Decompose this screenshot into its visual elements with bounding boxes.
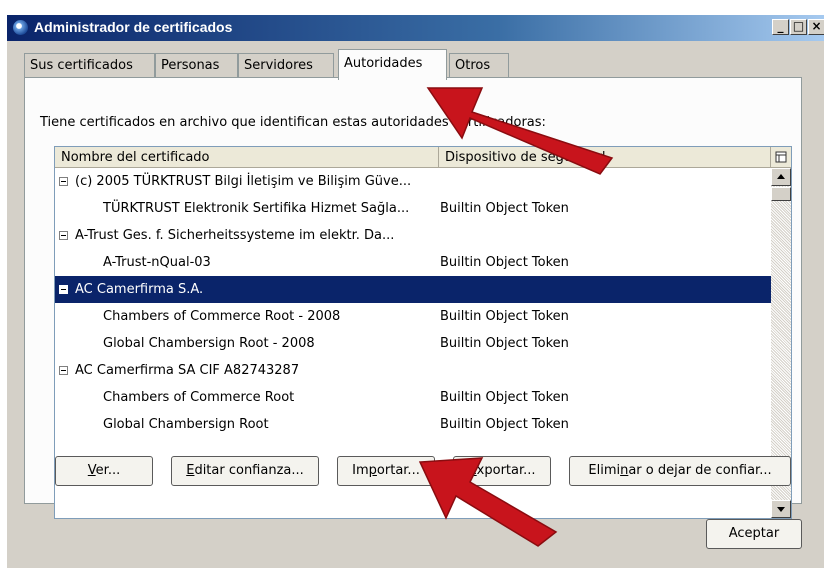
button-label: ditar confianza... [194, 463, 304, 478]
security-device: Builtin Object Token [440, 390, 569, 405]
tree-row[interactable]: Chambers of Commerce Root Builtin Object… [55, 384, 771, 411]
authorities-panel: Tiene certificados en archivo que identi… [24, 77, 802, 519]
tree-row[interactable]: Chambers of Commerce Root - 2008 Builtin… [55, 303, 771, 330]
tree-row[interactable]: Global Chambersign Root Builtin Object T… [55, 411, 771, 438]
tree-group-row[interactable]: AC Camerfirma SA CIF A82743287 [55, 357, 771, 384]
tree-group-row[interactable]: A-Trust Ges. f. Sicherheitssysteme im el… [55, 222, 771, 249]
certificate-name: Global Chambersign Root [103, 417, 269, 432]
tab-servidores[interactable]: Servidores [238, 53, 334, 78]
app-icon [13, 20, 28, 35]
tree-group-row-selected[interactable]: AC Camerfirma S.A. [55, 276, 771, 303]
tree-row[interactable]: TÜRKTRUST Elektronik Sertifika Hizmet Sa… [55, 195, 771, 222]
certificate-name: AC Camerfirma SA CIF A82743287 [75, 363, 300, 378]
tree-row[interactable]: Global Chambersign Root - 2008 Builtin O… [55, 330, 771, 357]
certificate-name: Chambers of Commerce Root [103, 390, 295, 405]
button-accel: V [87, 463, 96, 478]
view-button[interactable]: Ver... [55, 456, 153, 486]
window-title: Administrador de certificados [34, 19, 233, 35]
scroll-down-button[interactable] [771, 500, 791, 518]
scroll-thumb[interactable] [771, 187, 791, 201]
certificate-name: A-Trust Ges. f. Sicherheitssysteme im el… [75, 228, 395, 243]
button-label: Elimi [588, 463, 621, 478]
certificate-name: AC Camerfirma S.A. [75, 282, 204, 297]
tab-otros[interactable]: Otros [449, 53, 509, 78]
export-button[interactable]: Exportar... [453, 456, 551, 486]
close-button[interactable]: × [808, 19, 824, 35]
ok-button[interactable]: Aceptar [706, 519, 802, 549]
button-accel: p [368, 463, 377, 478]
tree-group-row[interactable]: (c) 2005 TÜRKTRUST Bilgi İletişim ve Bil… [55, 168, 771, 195]
certificate-name: Chambers of Commerce Root - 2008 [103, 309, 341, 324]
title-bar[interactable]: Administrador de certificados _ □ × [7, 15, 824, 41]
arrow-down-icon [777, 507, 785, 512]
tab-autoridades[interactable]: Autoridades [338, 49, 447, 80]
security-device: Builtin Object Token [440, 336, 569, 351]
certificate-name: Global Chambersign Root - 2008 [103, 336, 315, 351]
button-label: xportar... [476, 463, 536, 478]
collapse-icon[interactable] [59, 177, 68, 186]
column-header-device[interactable]: Dispositivo de seguridad [439, 147, 771, 168]
column-header-name[interactable]: Nombre del certificado [55, 147, 439, 168]
collapse-icon[interactable] [59, 231, 68, 240]
certificate-name: TÜRKTRUST Elektronik Sertifika Hizmet Sa… [103, 201, 410, 216]
button-label: ar o dejar de confiar... [628, 463, 772, 478]
column-picker[interactable] [771, 147, 791, 168]
tree-row[interactable]: A-Trust-nQual-03 Builtin Object Token [55, 249, 771, 276]
button-label: ortar... [376, 463, 420, 478]
security-device: Builtin Object Token [440, 255, 569, 270]
scroll-up-button[interactable] [771, 168, 791, 186]
certificate-name: (c) 2005 TÜRKTRUST Bilgi İletişim ve Bil… [75, 174, 412, 189]
security-device: Builtin Object Token [440, 201, 569, 216]
button-label: Im [352, 463, 369, 478]
delete-distrust-button[interactable]: Eliminar o dejar de confiar... [569, 456, 791, 486]
security-device: Builtin Object Token [440, 417, 569, 432]
import-button[interactable]: Importar... [337, 456, 435, 486]
maximize-button[interactable]: □ [790, 19, 807, 35]
minimize-button[interactable]: _ [772, 19, 789, 35]
tab-personas[interactable]: Personas [155, 53, 238, 78]
edit-trust-button[interactable]: Editar confianza... [171, 456, 319, 486]
panel-description: Tiene certificados en archivo que identi… [40, 115, 546, 130]
security-device: Builtin Object Token [440, 309, 569, 324]
collapse-icon[interactable] [59, 285, 68, 294]
column-picker-icon [771, 147, 791, 168]
tab-sus-certificados[interactable]: Sus certificados [24, 53, 155, 78]
collapse-icon[interactable] [59, 366, 68, 375]
certificate-name: A-Trust-nQual-03 [103, 255, 211, 270]
button-label: er... [95, 463, 121, 478]
button-accel: E [468, 463, 477, 478]
arrow-up-icon [777, 174, 785, 179]
